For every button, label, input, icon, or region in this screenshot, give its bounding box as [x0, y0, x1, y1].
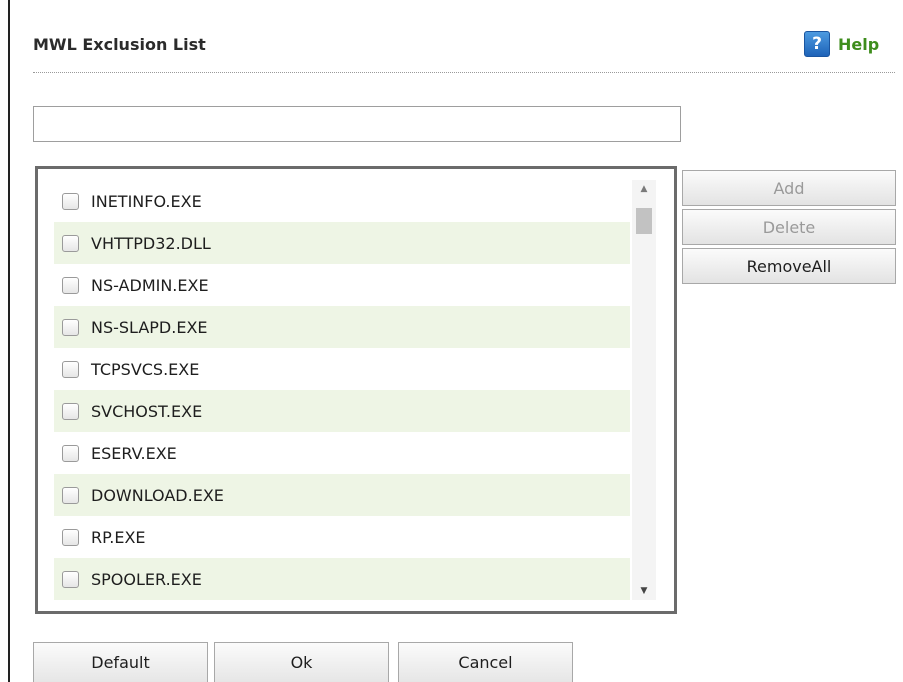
list-item[interactable]: RP.EXE	[54, 516, 630, 558]
scrollbar-thumb[interactable]	[636, 208, 652, 234]
list-item-label: INETINFO.EXE	[91, 191, 202, 211]
list-item[interactable]: SPOOLER.EXE	[54, 558, 630, 600]
list-item[interactable]: VHTTPD32.DLL	[54, 222, 630, 264]
dialog-title: MWL Exclusion List	[33, 35, 206, 54]
delete-button[interactable]: Delete	[682, 209, 896, 245]
list-item-label: VHTTPD32.DLL	[91, 233, 211, 253]
list-item-checkbox[interactable]	[62, 570, 79, 588]
list-item-label: TCPSVCS.EXE	[91, 359, 200, 379]
cancel-button[interactable]: Cancel	[398, 642, 573, 682]
list-item-label: SVCHOST.EXE	[91, 401, 203, 421]
list-item[interactable]: NS-ADMIN.EXE	[54, 264, 630, 306]
add-button[interactable]: Add	[682, 170, 896, 206]
list-item-checkbox[interactable]	[62, 360, 79, 378]
exclusion-list: INETINFO.EXE VHTTPD32.DLL NS-ADMIN.EXE N…	[54, 180, 630, 600]
list-item-checkbox[interactable]	[62, 486, 79, 504]
list-item[interactable]: ESERV.EXE	[54, 432, 630, 474]
remove-all-button[interactable]: RemoveAll	[682, 248, 896, 284]
list-item-label: ESERV.EXE	[91, 443, 177, 463]
exclusion-listbox[interactable]: INETINFO.EXE VHTTPD32.DLL NS-ADMIN.EXE N…	[35, 166, 677, 614]
window-left-border	[8, 0, 10, 682]
list-item-label: NS-ADMIN.EXE	[91, 275, 209, 295]
list-item[interactable]: NS-SLAPD.EXE	[54, 306, 630, 348]
list-item-checkbox[interactable]	[62, 276, 79, 294]
help-label[interactable]: Help	[838, 35, 879, 54]
list-item-label: NS-SLAPD.EXE	[91, 317, 208, 337]
default-button[interactable]: Default	[33, 642, 208, 682]
list-item[interactable]: SVCHOST.EXE	[54, 390, 630, 432]
list-item-checkbox[interactable]	[62, 528, 79, 546]
title-divider	[33, 72, 895, 73]
ok-button[interactable]: Ok	[214, 642, 389, 682]
list-item-label: DOWNLOAD.EXE	[91, 485, 224, 505]
help-icon[interactable]: ?	[804, 31, 830, 57]
list-scrollbar[interactable]: ▲ ▼	[632, 180, 656, 600]
scroll-down-arrow-icon[interactable]: ▼	[632, 582, 656, 600]
list-item-label: SPOOLER.EXE	[91, 569, 202, 589]
list-item-checkbox[interactable]	[62, 318, 79, 336]
list-item-checkbox[interactable]	[62, 402, 79, 420]
list-item-label: RP.EXE	[91, 527, 146, 547]
scroll-up-arrow-icon[interactable]: ▲	[632, 180, 656, 198]
list-item-checkbox[interactable]	[62, 234, 79, 252]
exclusion-entry-input[interactable]	[33, 106, 681, 142]
list-item-checkbox[interactable]	[62, 444, 79, 462]
list-item[interactable]: TCPSVCS.EXE	[54, 348, 630, 390]
list-item[interactable]: DOWNLOAD.EXE	[54, 474, 630, 516]
list-item[interactable]: INETINFO.EXE	[54, 180, 630, 222]
help-link[interactable]: ? Help	[804, 31, 879, 57]
list-item-checkbox[interactable]	[62, 192, 79, 210]
